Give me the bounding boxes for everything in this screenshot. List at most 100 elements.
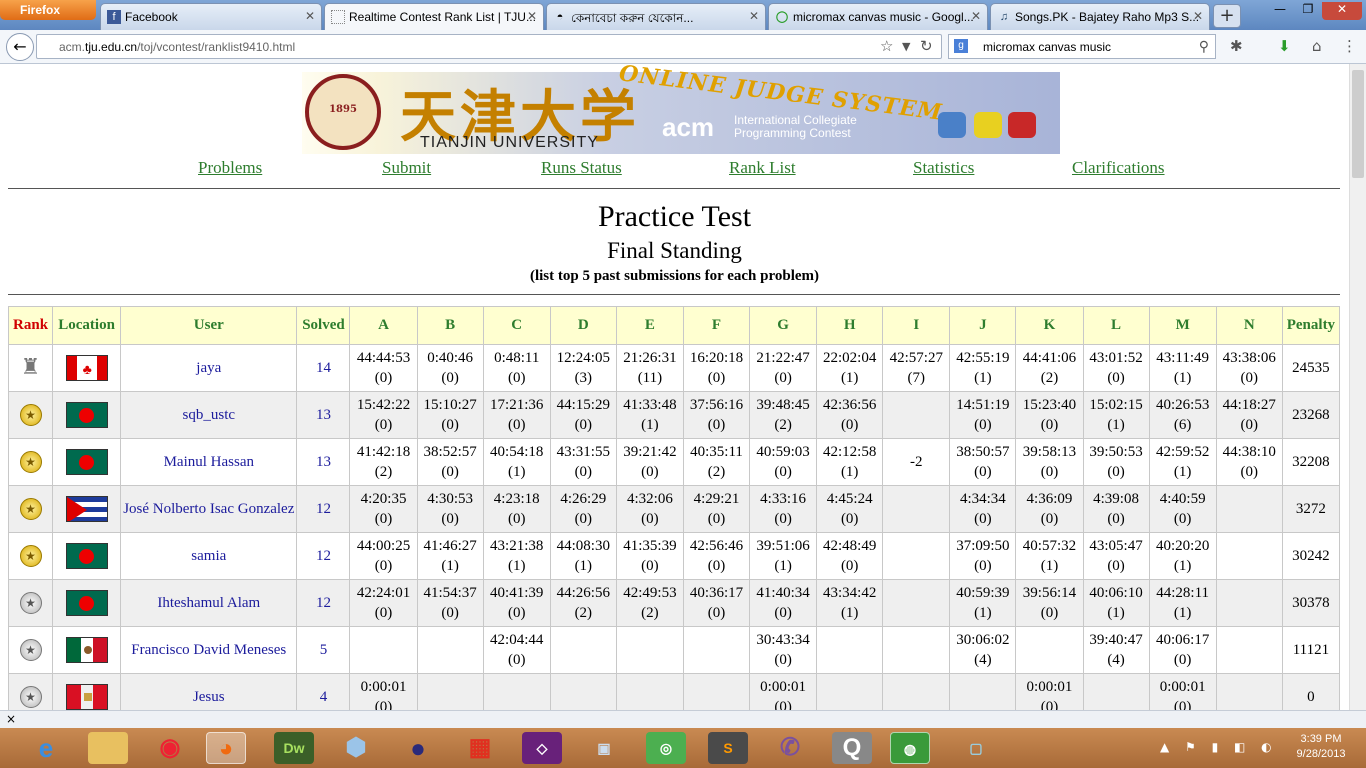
clock[interactable]: 3:39 PM 9/28/2013 <box>1290 732 1352 762</box>
user-name[interactable]: Mainul Hassan <box>120 438 298 486</box>
problem-cell: 37:56:16 (0) <box>682 391 751 439</box>
file-explorer-icon[interactable] <box>88 732 128 764</box>
accepted-time: 15:23:40 <box>1022 397 1077 413</box>
tab-bikroy[interactable]: ◓ কেনাবেচা করুন যেকোন... ✕ <box>546 3 766 30</box>
toolbar-menu-icon[interactable]: ⋮ <box>1342 37 1357 55</box>
close-icon[interactable]: ✕ <box>1193 9 1203 23</box>
chrome-icon[interactable]: ◉ <box>150 732 190 764</box>
problem-cell: 44:08:30 (1) <box>549 532 617 580</box>
close-window-button[interactable]: ✕ <box>1322 2 1362 20</box>
tab-ranklist[interactable]: Realtime Contest Rank List | TJU... ✕ <box>324 3 544 30</box>
penalty: 24535 <box>1281 344 1341 392</box>
url-bar[interactable]: acm.tju.edu.cn/toj/vcontest/ranklist9410… <box>36 34 942 59</box>
close-icon[interactable]: ✕ <box>749 9 759 23</box>
user-name[interactable]: Francisco David Meneses <box>120 626 298 674</box>
menu-problems[interactable]: Problems <box>198 158 262 178</box>
menu-runs-status[interactable]: Runs Status <box>541 158 622 178</box>
accepted-time: 0:40:46 <box>427 350 474 366</box>
accepted-time: 39:51:06 <box>756 538 810 554</box>
accepted-time: 21:26:31 <box>623 350 677 366</box>
viber-icon[interactable]: ✆ <box>770 732 810 764</box>
bikroy-icon: ◓ <box>556 11 564 23</box>
wrong-attempts: (4) <box>974 652 992 668</box>
header-c: C <box>482 306 551 345</box>
bangladesh-flag-icon <box>65 402 108 428</box>
accepted-time: 41:42:18 <box>356 444 411 460</box>
accepted-time: 40:06:17 <box>1155 632 1210 648</box>
bookmark-star-icon[interactable]: ☆ <box>880 37 893 55</box>
office-icon[interactable]: ▦ <box>460 732 500 764</box>
search-input[interactable]: micromax canvas music <box>983 40 1111 54</box>
accepted-time: 0:00:01 <box>760 679 807 695</box>
scrollbar-thumb[interactable] <box>1352 70 1364 178</box>
search-bar[interactable]: g micromax canvas music ⚲ <box>948 34 1216 59</box>
system-tray[interactable]: ▲ ⚑ ▮ ◧ ◐ <box>1160 740 1278 754</box>
wrong-attempts: (0) <box>1240 464 1259 480</box>
user-name[interactable]: Jesus <box>120 673 298 710</box>
user-name[interactable]: sqb_ustc <box>120 391 298 439</box>
user-name[interactable]: samia <box>120 532 298 580</box>
tab-google[interactable]: ◯ micromax canvas music - Googl... ✕ <box>768 3 988 30</box>
page-scrollbar[interactable] <box>1349 64 1366 710</box>
accepted-time: 40:20:20 <box>1155 538 1210 554</box>
firefox-menu-button[interactable]: Firefox <box>0 0 96 20</box>
menu-clarifications[interactable]: Clarifications <box>1072 158 1165 178</box>
close-icon[interactable]: ✕ <box>527 9 537 23</box>
minimize-button[interactable]: — <box>1266 2 1294 20</box>
wrong-attempts: (1) <box>441 558 459 574</box>
tab-songspk[interactable]: ♫ Songs.PK - Bajatey Raho Mp3 S... ✕ <box>990 3 1210 30</box>
wrong-attempts: (0) <box>1040 511 1059 527</box>
rdp-icon[interactable]: ▢ <box>956 732 996 764</box>
problem-cell: 40:20:20 (1) <box>1148 532 1217 580</box>
accepted-time: 37:09:50 <box>956 538 1010 554</box>
eclipse-icon[interactable]: ● <box>398 732 438 764</box>
location-cell <box>52 438 122 486</box>
accepted-time: 40:54:18 <box>490 444 544 460</box>
user-name[interactable]: Ihteshamul Alam <box>120 579 298 627</box>
solved-count: 12 <box>296 532 351 580</box>
url-prefix: acm. <box>59 40 86 54</box>
menu-rank-list[interactable]: Rank List <box>729 158 796 178</box>
sublime-icon[interactable]: S <box>708 732 748 764</box>
wrong-attempts: (0) <box>374 605 393 621</box>
close-icon[interactable]: ✕ <box>971 9 981 23</box>
dreamweaver-icon[interactable]: Dw <box>274 732 314 764</box>
home-icon[interactable]: ⌂ <box>1312 37 1322 55</box>
virtualbox-icon[interactable]: ⬢ <box>336 732 376 764</box>
problem-cell: 14:51:19 (0) <box>949 391 1017 439</box>
close-statusbar-icon[interactable]: × <box>6 712 16 726</box>
firefox-icon[interactable]: ◕ <box>206 732 246 764</box>
lightbulb-icon <box>974 112 1002 138</box>
bookmarks-menu-icon[interactable]: ✱ <box>1230 37 1243 55</box>
menu-submit[interactable]: Submit <box>382 158 431 178</box>
remote-desktop-icon[interactable]: ▣ <box>584 732 624 764</box>
search-icon[interactable]: ⚲ <box>1199 38 1209 55</box>
google-search-engine-icon[interactable]: g <box>954 39 968 53</box>
menu-statistics[interactable]: Statistics <box>913 158 974 178</box>
q-app-icon[interactable]: Q <box>832 732 872 764</box>
network-app-icon[interactable]: ◍ <box>890 732 930 764</box>
trophy-icon: ♜ <box>20 353 41 379</box>
new-tab-button[interactable]: + <box>1213 4 1241 28</box>
table-body: ♜ ♣ jaya 14 44:44:53 (0) 0:40:46 (0) 0:48:11 (0) 1… <box>7 344 1341 710</box>
user-name[interactable]: jaya <box>120 344 298 392</box>
back-button[interactable]: ← <box>6 33 34 61</box>
close-icon[interactable]: ✕ <box>305 9 315 23</box>
odnoklassniki-icon[interactable]: ◎ <box>646 732 686 764</box>
accepted-time: 40:59:39 <box>956 585 1010 601</box>
history-dropdown-icon[interactable]: ▼ <box>902 40 910 53</box>
problem-cell: 40:59:39 (1) <box>949 579 1017 627</box>
reload-icon[interactable]: ↻ <box>920 37 933 55</box>
ie-icon[interactable]: e <box>26 732 66 764</box>
download-icon[interactable]: ⬇ <box>1278 37 1291 55</box>
restore-button[interactable]: ❐ <box>1294 2 1322 20</box>
user-name[interactable]: José Nolberto Isac Gonzalez <box>120 485 298 533</box>
tab-facebook[interactable]: f Facebook ✕ <box>100 3 322 30</box>
wrong-attempts: (1) <box>1040 558 1059 574</box>
accepted-time: 42:36:56 <box>823 397 877 413</box>
visual-studio-icon[interactable]: ◇ <box>522 732 562 764</box>
cuba-flag-icon <box>65 496 108 522</box>
peru-flag-icon <box>65 684 108 710</box>
wrong-attempts: (0) <box>574 464 593 480</box>
accepted-time: 44:15:29 <box>556 397 610 413</box>
